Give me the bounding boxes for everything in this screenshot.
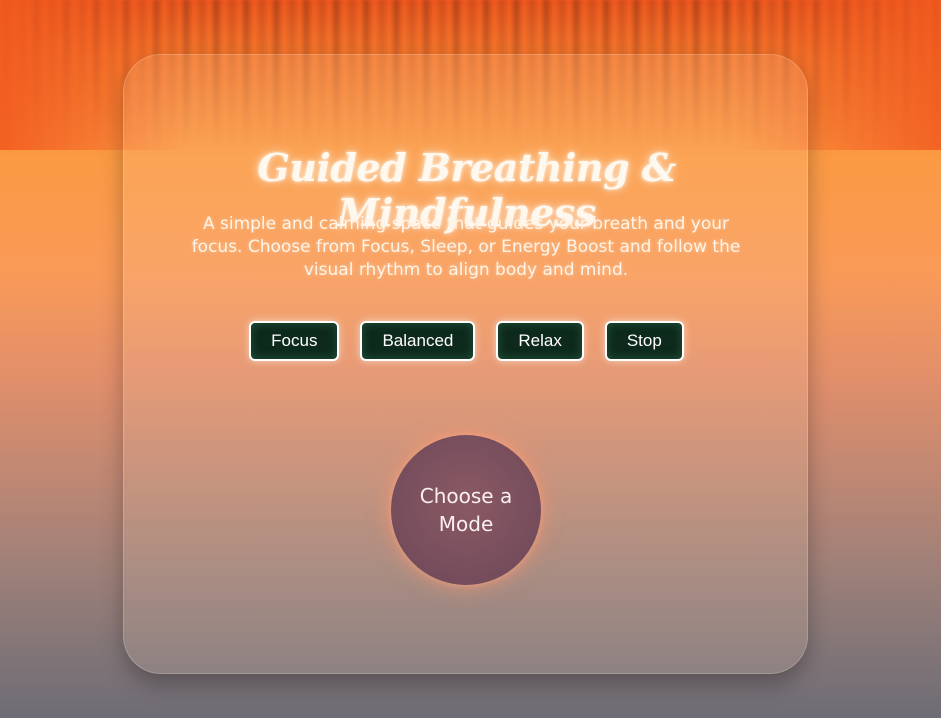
mode-button-group: Focus Balanced Relax Stop xyxy=(124,321,809,361)
orb-status-text: Choose a Mode xyxy=(419,484,513,536)
stop-button[interactable]: Stop xyxy=(604,321,684,361)
balanced-mode-button[interactable]: Balanced xyxy=(360,321,476,361)
main-card: Guided Breathing & Mindfulness A simple … xyxy=(123,54,808,674)
focus-mode-button[interactable]: Focus xyxy=(249,321,340,361)
breathing-orb: Choose a Mode xyxy=(391,435,541,585)
relax-mode-button[interactable]: Relax xyxy=(496,321,584,361)
page-description: A simple and calming space that guides y… xyxy=(191,214,741,280)
